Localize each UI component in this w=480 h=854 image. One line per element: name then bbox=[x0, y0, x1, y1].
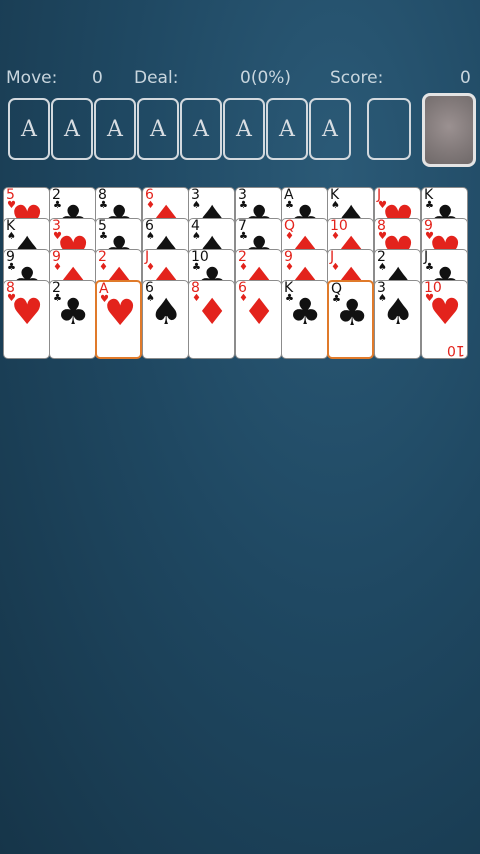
card-suit-large-icon: ♥ bbox=[104, 293, 137, 334]
playing-card[interactable]: A ♥ ♥ bbox=[95, 280, 142, 359]
tableau-column[interactable]: K♣♣9♥♥J♣♣10♥♥10 bbox=[421, 187, 468, 359]
foundation-slot[interactable]: A bbox=[223, 98, 265, 160]
playing-card[interactable]: 6♦♦ bbox=[235, 280, 282, 359]
tableau-column[interactable]: 3♠♠4♠♠10♣♣8♦♦ bbox=[188, 187, 235, 359]
tableau-column[interactable]: 5♥♥K♠♠9♣♣8♥♥ bbox=[3, 187, 50, 359]
foundation-label: A bbox=[236, 116, 252, 142]
foundation-slot[interactable]: A bbox=[8, 98, 50, 160]
foundation-label: A bbox=[279, 116, 295, 142]
foundation-label: A bbox=[64, 116, 80, 142]
waste-slot[interactable] bbox=[367, 98, 411, 160]
card-rank-bottom: 10 bbox=[447, 342, 465, 358]
foundation-slot[interactable]: A bbox=[266, 98, 308, 160]
deal-value: 0(0%) bbox=[240, 68, 292, 86]
card-suit-large-icon: ♠ bbox=[382, 292, 415, 333]
foundation-label: A bbox=[150, 116, 166, 142]
card-suit-large-icon: ♣ bbox=[289, 292, 322, 333]
playing-card[interactable]: Q ♣ ♣ bbox=[327, 280, 374, 359]
moves-label: Move: bbox=[6, 68, 58, 86]
tableau-column[interactable]: 8♣♣5♣♣2♦♦A♥♥ bbox=[95, 187, 142, 359]
stock-pile[interactable] bbox=[422, 93, 476, 167]
card-suit-large-icon: ♦ bbox=[196, 292, 229, 333]
foundation-label: A bbox=[107, 116, 123, 142]
playing-card[interactable]: 10 ♥ ♥ 10 bbox=[421, 280, 468, 359]
foundation-slot[interactable]: A bbox=[51, 98, 93, 160]
foundation-slot[interactable]: A bbox=[180, 98, 222, 160]
card-suit-large-icon: ♠ bbox=[150, 292, 183, 333]
tableau-column[interactable]: 6♦♦6♠♠J♦♦6♠♠ bbox=[142, 187, 189, 359]
foundation-slot[interactable]: A bbox=[309, 98, 351, 160]
playing-card[interactable]: 8♥♥ bbox=[3, 280, 50, 359]
playing-card[interactable]: 8 ♦ ♦ bbox=[188, 280, 235, 359]
moves-value: 0 bbox=[92, 68, 103, 86]
card-suit-large-icon: ♣ bbox=[336, 293, 369, 334]
tableau-column[interactable]: 3♣♣7♣♣2♦♦6♦♦ bbox=[235, 187, 282, 359]
score-value: 0 bbox=[460, 68, 471, 86]
deal-label: Deal: bbox=[134, 68, 179, 86]
card-suit-large-icon: ♦ bbox=[243, 292, 276, 333]
playing-card[interactable]: 2♣♣ bbox=[49, 280, 96, 359]
foundation-label: A bbox=[21, 116, 37, 142]
playing-card[interactable]: 6♠♠ bbox=[142, 280, 189, 359]
foundation-label: A bbox=[322, 116, 338, 142]
card-suit-large-icon: ♣ bbox=[57, 292, 90, 333]
tableau-column[interactable]: K♠♠10♦♦J♦♦Q♣♣ bbox=[327, 187, 374, 359]
status-bar: Move: 0 Deal: 0(0%) Score: 0 bbox=[0, 64, 480, 86]
score-label: Score: bbox=[330, 68, 384, 86]
tableau-column[interactable]: 2♣♣3♥♥9♦♦2♣♣ bbox=[49, 187, 96, 359]
playing-card[interactable]: 3♠♠ bbox=[374, 280, 421, 359]
tableau-column[interactable]: A♣♣Q♦♦9♦♦K♣♣ bbox=[281, 187, 328, 359]
card-suit-large-icon: ♥ bbox=[429, 292, 462, 333]
foundation-slot[interactable]: A bbox=[94, 98, 136, 160]
tableau-column[interactable]: J♥♥8♥♥2♠♠3♠♠ bbox=[374, 187, 421, 359]
foundation-slot[interactable]: A bbox=[137, 98, 179, 160]
card-suit-large-icon: ♥ bbox=[11, 292, 44, 333]
foundation-label: A bbox=[193, 116, 209, 142]
playing-card[interactable]: K♣♣ bbox=[281, 280, 328, 359]
